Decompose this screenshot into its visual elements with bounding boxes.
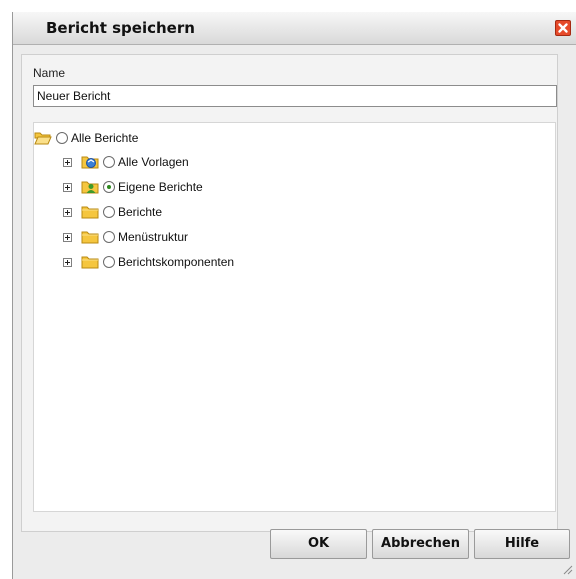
expand-icon[interactable] — [63, 157, 72, 167]
resize-grip-icon[interactable] — [561, 563, 573, 575]
tree-node-root[interactable]: Alle Berichte — [34, 129, 138, 147]
tree-node-berichte[interactable]: Berichte — [63, 203, 162, 221]
tree-node-berichtskomponenten[interactable]: Berichtskomponenten — [63, 253, 234, 271]
folder-open-icon — [34, 130, 52, 146]
expand-icon[interactable] — [63, 182, 72, 192]
dialog-title: Bericht speichern — [46, 19, 195, 37]
tree-node-label: Berichtskomponenten — [118, 255, 235, 269]
expand-icon[interactable] — [63, 232, 72, 242]
folder-icon — [81, 229, 99, 245]
tree-node-menuestruktur[interactable]: Menüstruktur — [63, 228, 188, 246]
radio-berichtskomponenten[interactable] — [103, 256, 115, 268]
ok-button[interactable]: OK — [270, 529, 367, 559]
tree-node-label: Alle Berichte — [71, 131, 139, 145]
user-folder-icon — [81, 179, 99, 195]
cancel-button[interactable]: Abbrechen — [372, 529, 469, 559]
tree-node-label: Alle Vorlagen — [118, 155, 189, 169]
folder-icon — [81, 204, 99, 220]
expand-icon[interactable] — [63, 257, 72, 267]
radio-berichte[interactable] — [103, 206, 115, 218]
tree-node-alle-vorlagen[interactable]: Alle Vorlagen — [63, 153, 189, 171]
tree-node-label: Berichte — [118, 205, 163, 219]
tree-node-label: Menüstruktur — [118, 230, 189, 244]
folder-tree: Alle Berichte Alle Vorlagen Eigene Beric… — [33, 122, 556, 512]
close-icon — [558, 23, 568, 33]
tree-node-label: Eigene Berichte — [118, 180, 203, 194]
close-button[interactable] — [555, 20, 571, 36]
radio-menuestruktur[interactable] — [103, 231, 115, 243]
tree-node-eigene-berichte[interactable]: Eigene Berichte — [63, 178, 203, 196]
radio-eigene-berichte[interactable] — [103, 181, 115, 193]
expand-icon[interactable] — [63, 207, 72, 217]
radio-alle-vorlagen[interactable] — [103, 156, 115, 168]
name-label: Name — [33, 66, 66, 80]
dialog-titlebar[interactable]: Bericht speichern — [13, 12, 576, 45]
radio-alle-berichte[interactable] — [56, 132, 68, 144]
templates-folder-icon — [81, 154, 99, 170]
name-field[interactable] — [33, 85, 557, 107]
help-button[interactable]: Hilfe — [474, 529, 570, 559]
folder-icon — [81, 254, 99, 270]
